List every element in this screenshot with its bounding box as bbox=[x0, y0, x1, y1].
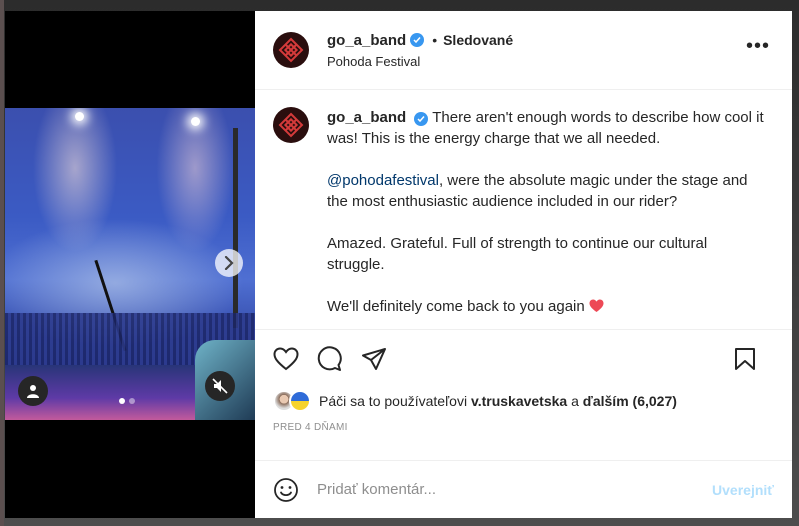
chevron-right-icon bbox=[224, 256, 234, 270]
band-logo-icon bbox=[278, 37, 304, 63]
caption-text: Amazed. Grateful. Full of strength to co… bbox=[327, 235, 708, 273]
heart-icon bbox=[273, 347, 299, 371]
liker-username-link[interactable]: v.truskavetska bbox=[471, 393, 567, 409]
emoji-button[interactable] bbox=[273, 477, 299, 503]
avatar[interactable] bbox=[273, 32, 309, 68]
action-bar bbox=[255, 330, 792, 388]
carousel-next-button[interactable] bbox=[215, 249, 243, 277]
post-header: go_a_band • Sledované Pohoda Festival ••… bbox=[255, 11, 792, 90]
like-button[interactable] bbox=[273, 347, 299, 371]
comment-input[interactable] bbox=[317, 481, 713, 498]
likes-others-link[interactable]: ďalším (6,027) bbox=[583, 393, 677, 409]
post-caption: go_a_band There aren't enough words to d… bbox=[327, 107, 767, 329]
user-tag-icon bbox=[27, 385, 39, 398]
verified-icon bbox=[414, 112, 429, 126]
separator-dot: • bbox=[432, 32, 438, 48]
heart-emoji-icon bbox=[589, 298, 604, 315]
mention-link[interactable]: @pohodafestival bbox=[327, 172, 439, 189]
caption-text: We'll definitely come back to you again bbox=[327, 298, 585, 315]
likes-summary: Páči sa to používateľovi v.truskavetska … bbox=[255, 388, 792, 414]
emoji-icon bbox=[274, 477, 298, 502]
share-icon bbox=[362, 348, 386, 370]
more-icon: ••• bbox=[745, 35, 770, 57]
likes-middle: a bbox=[571, 393, 579, 409]
avatar[interactable] bbox=[273, 107, 309, 143]
follow-button[interactable]: Sledované bbox=[443, 32, 513, 48]
bookmark-icon bbox=[735, 348, 755, 370]
likes-prefix: Páči sa to používateľovi bbox=[319, 393, 468, 409]
post-media bbox=[5, 11, 255, 518]
post-comment-button[interactable]: Uverejniť bbox=[712, 482, 774, 498]
avatar bbox=[289, 390, 311, 412]
comment-box: Uverejniť bbox=[255, 460, 792, 518]
liker-avatars[interactable] bbox=[273, 390, 311, 412]
carousel-dot bbox=[129, 398, 135, 404]
post-side-panel: go_a_band • Sledované Pohoda Festival ••… bbox=[255, 11, 792, 518]
user-tag-button[interactable] bbox=[18, 376, 48, 406]
username-link[interactable]: go_a_band bbox=[327, 32, 406, 49]
carousel-dot bbox=[119, 398, 125, 404]
post-modal: go_a_band • Sledované Pohoda Festival ••… bbox=[5, 11, 792, 518]
post-timestamp[interactable]: PRED 4 DŇAMI bbox=[255, 414, 792, 433]
mute-icon bbox=[212, 378, 228, 394]
carousel-indicator bbox=[119, 398, 135, 404]
location-link[interactable]: Pohoda Festival bbox=[327, 54, 513, 69]
more-options-button[interactable]: ••• bbox=[746, 36, 770, 56]
comment-icon bbox=[317, 346, 342, 371]
caption-username[interactable]: go_a_band bbox=[327, 109, 406, 126]
mute-button[interactable] bbox=[205, 371, 235, 401]
comment-button[interactable] bbox=[317, 346, 343, 372]
save-button[interactable] bbox=[734, 347, 756, 371]
band-logo-icon bbox=[278, 112, 304, 138]
caption-section: go_a_band There aren't enough words to d… bbox=[255, 90, 792, 330]
share-button[interactable] bbox=[361, 347, 387, 371]
verified-icon bbox=[410, 33, 425, 47]
